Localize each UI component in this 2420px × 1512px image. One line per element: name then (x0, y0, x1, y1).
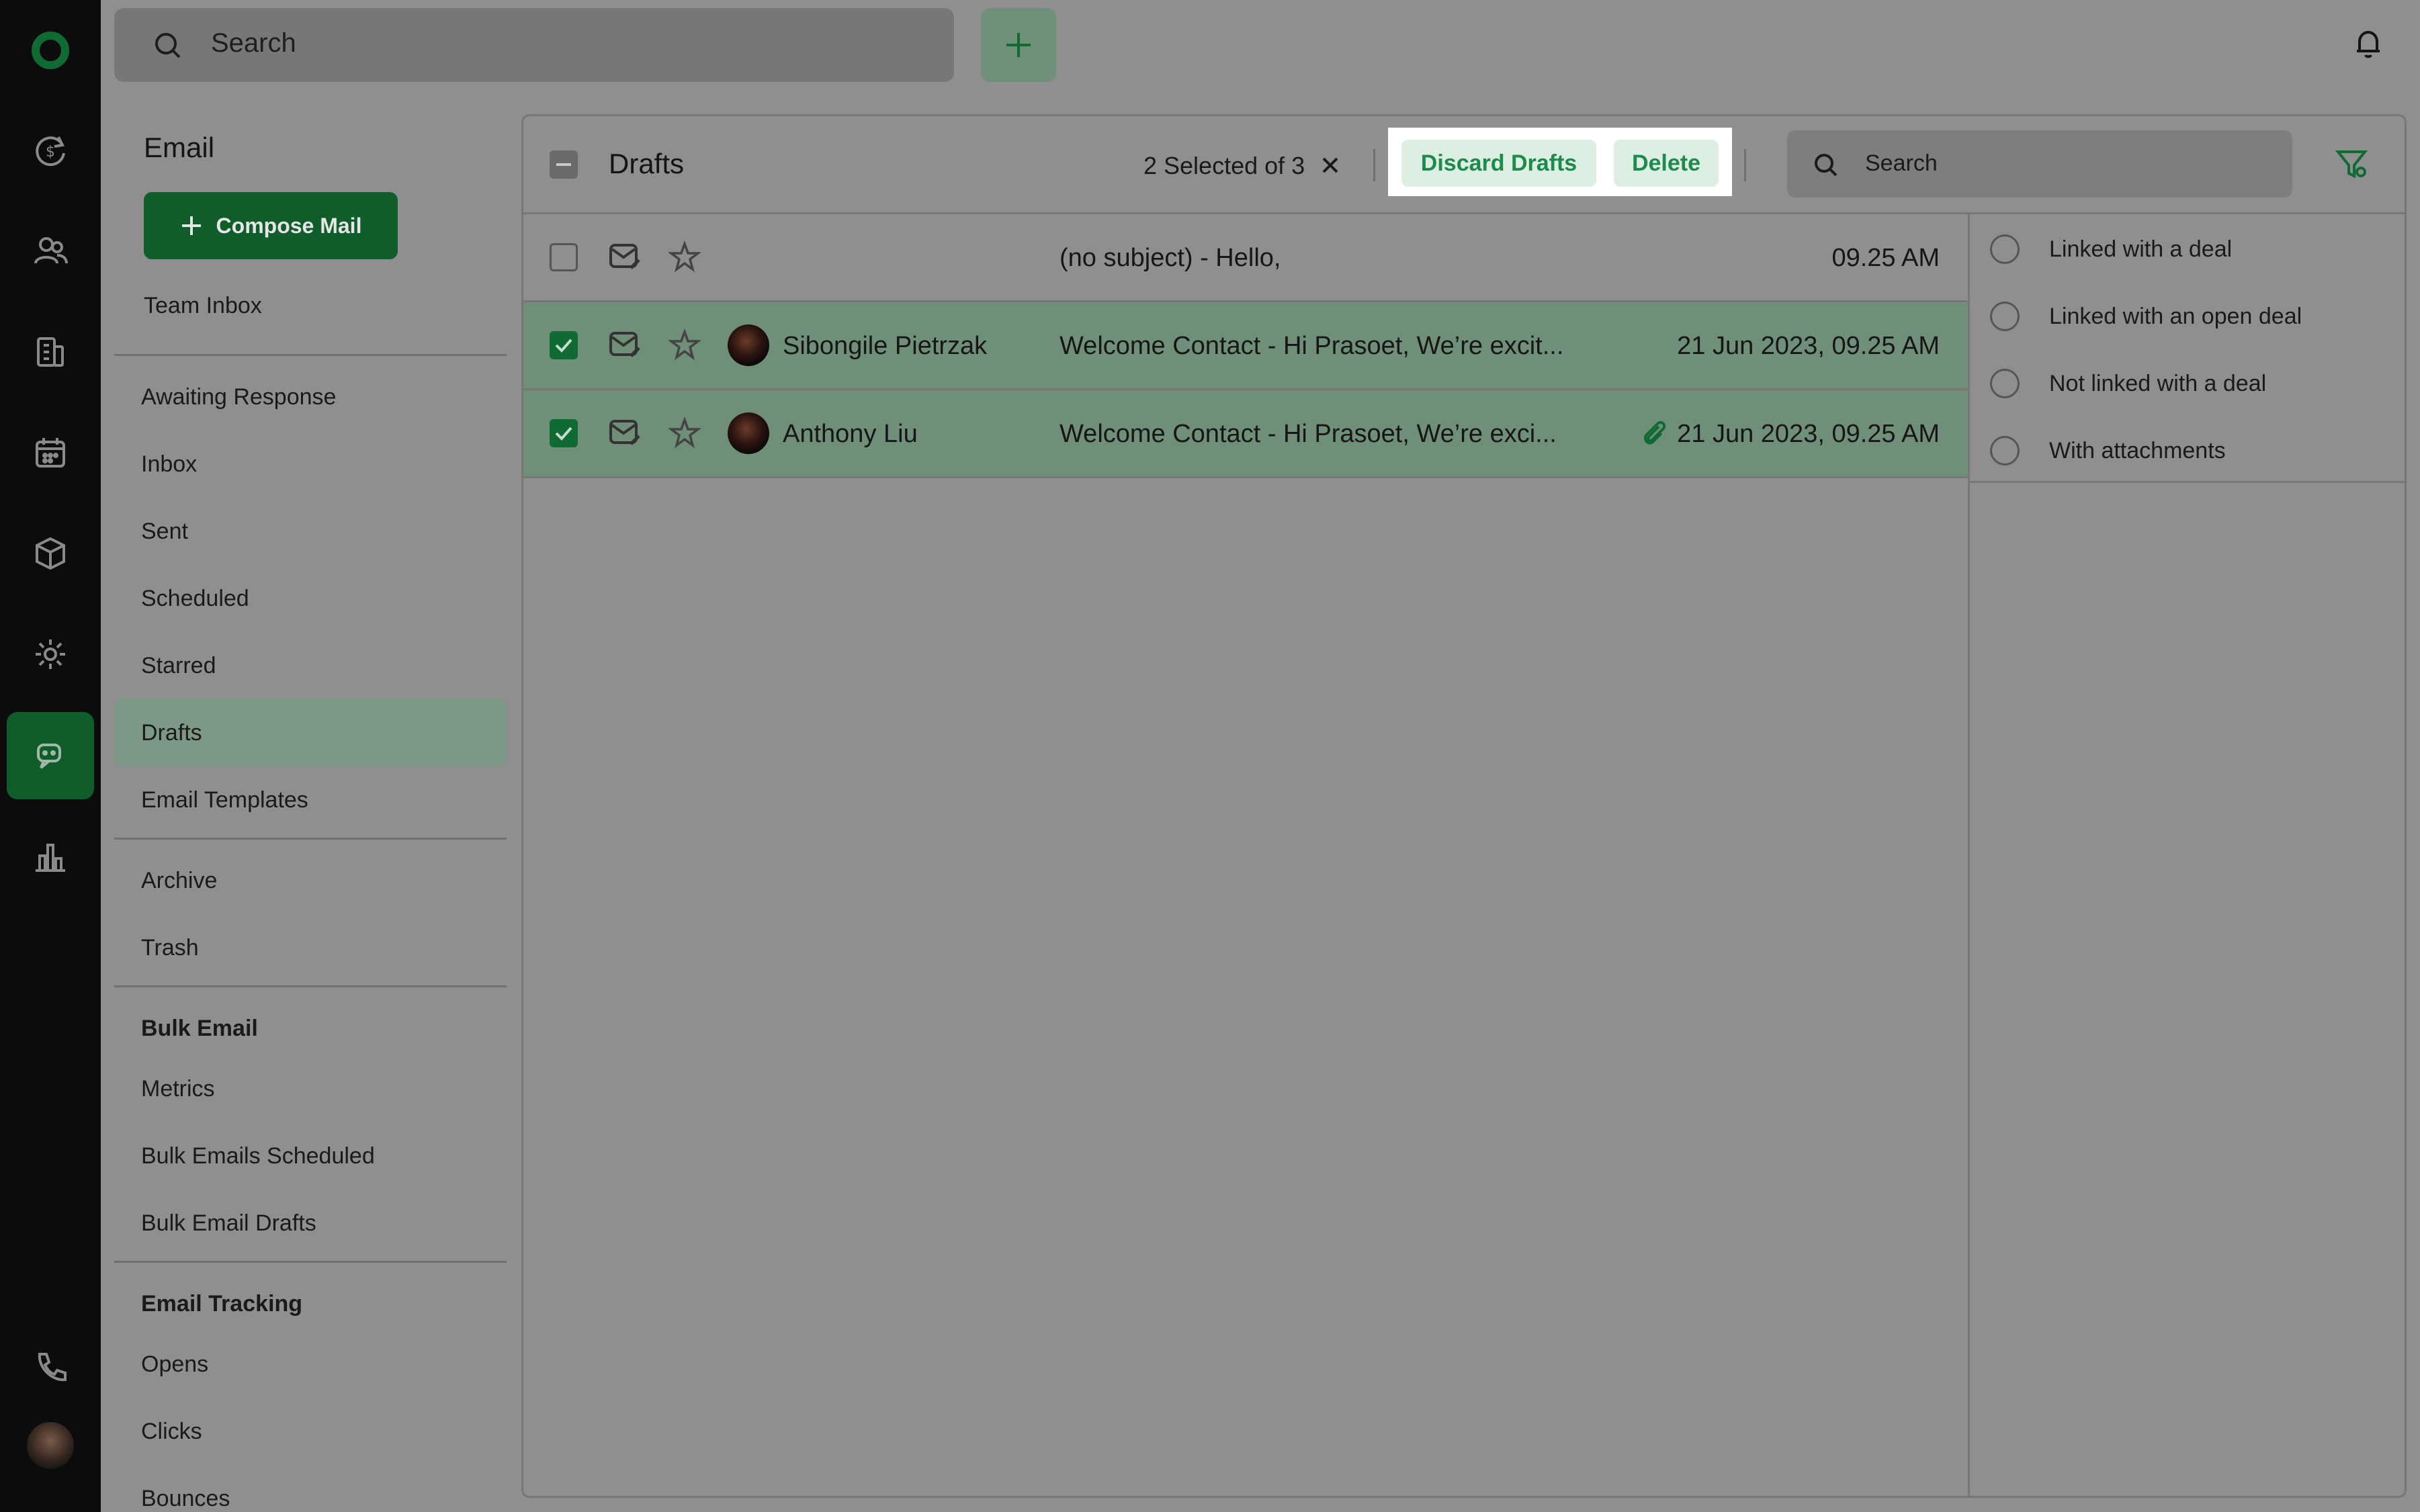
compose-mail-label: Compose Mail (216, 213, 362, 238)
draft-mail-icon (608, 329, 642, 360)
avatar[interactable] (24, 1419, 77, 1472)
global-search-input[interactable]: Search (114, 8, 954, 82)
attachment-icon (1639, 417, 1671, 449)
star-icon[interactable] (668, 417, 701, 449)
sidebar-item-drafts[interactable]: Drafts (141, 720, 202, 746)
sidebar-item-bulk-emails-scheduled[interactable]: Bulk Emails Scheduled (141, 1143, 375, 1169)
email-row[interactable]: Anthony Liu Welcome Contact - Hi Prasoet… (523, 390, 1968, 476)
email-date: 21 Jun 2023, 09.25 AM (1677, 332, 1940, 360)
email-tracking-heading: Email Tracking (141, 1291, 302, 1317)
avatar (728, 412, 769, 454)
divider (114, 838, 507, 840)
sidebar-title: Email (144, 132, 215, 163)
email-row[interactable]: Sibongile Pietrzak Welcome Contact - Hi … (523, 302, 1968, 388)
star-icon[interactable] (668, 241, 701, 273)
sidebar-item-archive[interactable]: Archive (141, 868, 217, 894)
bar-chart-icon[interactable] (24, 830, 77, 884)
discard-drafts-button[interactable]: Discard Drafts (1401, 140, 1596, 187)
page-title: Drafts (609, 148, 685, 179)
email-date: 21 Jun 2023, 09.25 AM (1677, 420, 1940, 448)
sidebar-item-email-templates[interactable]: Email Templates (141, 787, 308, 813)
building-icon[interactable] (24, 325, 77, 379)
app-rail: $ (0, 0, 101, 1512)
ring-logo-icon[interactable] (24, 24, 77, 77)
divider (114, 354, 507, 356)
selection-count: 2 Selected of 3 (1143, 152, 1305, 179)
phone-icon[interactable] (24, 1341, 77, 1394)
sidebar-item-sent[interactable]: Sent (141, 519, 188, 545)
calendar-icon[interactable] (24, 426, 77, 480)
radio-button[interactable] (1990, 436, 2020, 465)
close-icon[interactable] (1318, 153, 1342, 177)
delete-button[interactable]: Delete (1614, 140, 1719, 187)
row-checkbox[interactable] (550, 243, 578, 271)
email-subject: Welcome Contact - Hi Prasoet, We’re exci… (1060, 420, 1557, 448)
star-icon[interactable] (668, 329, 701, 361)
users-icon[interactable] (24, 224, 77, 278)
bulk-email-heading: Bulk Email (141, 1016, 258, 1041)
email-sender: Anthony Liu (783, 420, 918, 448)
search-icon (152, 30, 183, 60)
sidebar-item-bounces[interactable]: Bounces (141, 1486, 230, 1512)
gear-icon[interactable] (24, 627, 77, 681)
compose-mail-button[interactable]: Compose Mail (144, 192, 398, 259)
filter-label: Not linked with a deal (2049, 371, 2267, 396)
add-button[interactable] (981, 8, 1056, 82)
radio-button[interactable] (1990, 369, 2020, 398)
email-subject: Welcome Contact - Hi Prasoet, We’re exci… (1060, 332, 1564, 360)
plus-icon (181, 216, 201, 235)
sidebar-item-scheduled[interactable]: Scheduled (141, 586, 249, 612)
divider (1744, 149, 1746, 181)
sidebar-item-awaiting-response[interactable]: Awaiting Response (141, 384, 336, 410)
divider (114, 1261, 507, 1263)
box-icon[interactable] (24, 527, 77, 580)
list-search-input[interactable]: Search (1787, 130, 2292, 197)
row-checkbox[interactable] (550, 419, 578, 447)
email-subject: (no subject) - Hello, (1060, 244, 1281, 272)
email-sender: Sibongile Pietrzak (783, 332, 988, 360)
email-date: 09.25 AM (1831, 244, 1940, 272)
chat-icon[interactable] (7, 712, 94, 799)
plus-icon (1006, 33, 1031, 57)
divider (523, 476, 1968, 478)
filter-label: Linked with a deal (2049, 236, 2233, 262)
filter-icon[interactable] (2334, 146, 2369, 181)
sidebar-item-bulk-email-drafts[interactable]: Bulk Email Drafts (141, 1210, 316, 1237)
draft-mail-icon (608, 417, 642, 448)
filter-label: With attachments (2049, 438, 2226, 463)
divider (1970, 481, 2405, 483)
svg-text:$: $ (46, 144, 55, 161)
radio-button[interactable] (1990, 234, 2020, 264)
bell-icon[interactable] (2351, 27, 2385, 60)
divider (114, 985, 507, 987)
filter-label: Linked with an open deal (2049, 304, 2302, 329)
radio-button[interactable] (1990, 302, 2020, 331)
search-icon (1811, 150, 1840, 179)
sidebar-item-team-inbox[interactable]: Team Inbox (144, 293, 262, 319)
list-search-placeholder: Search (1865, 150, 1938, 176)
draft-mail-icon (608, 241, 642, 272)
money-refresh-icon[interactable]: $ (24, 124, 77, 177)
sidebar-item-opens[interactable]: Opens (141, 1351, 208, 1378)
global-search-placeholder: Search (211, 28, 296, 58)
sidebar-item-inbox[interactable]: Inbox (141, 451, 197, 478)
row-checkbox[interactable] (550, 331, 578, 359)
divider (1373, 149, 1375, 181)
filter-panel (1968, 214, 2405, 1496)
select-all-checkbox[interactable] (550, 150, 578, 179)
sidebar-item-clicks[interactable]: Clicks (141, 1419, 202, 1445)
sidebar-item-trash[interactable]: Trash (141, 935, 199, 961)
email-row[interactable]: (no subject) - Hello, 09.25 AM (523, 214, 1968, 300)
sidebar-item-metrics[interactable]: Metrics (141, 1076, 215, 1102)
avatar (728, 324, 769, 366)
sidebar-item-starred[interactable]: Starred (141, 653, 216, 679)
